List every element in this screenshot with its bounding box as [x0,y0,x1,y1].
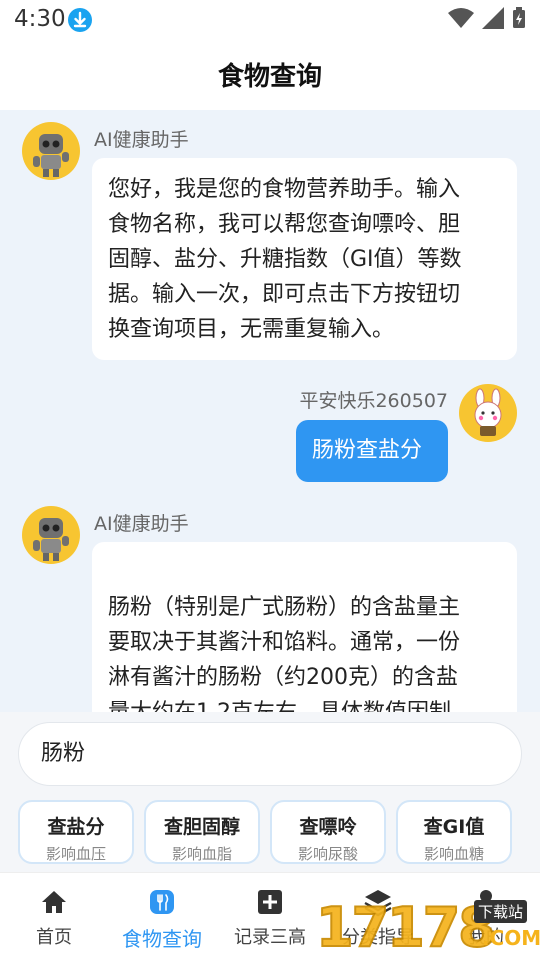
page-title: 食物查询 [217,62,322,92]
message-line: 要取决于其酱汁和馅料。通常，一份 [108,630,461,655]
nav-item-home[interactable]: 首页 [0,887,108,949]
input-area: 肠粉 查盐分 影响血压 查胆固醇 影响血脂 查嘌呤 影响尿酸 查GI值 影响血糖 [0,712,540,872]
nav-label: 首页 [36,927,72,948]
nav-label: 食物查询 [122,927,202,951]
query-button-label: 查GI值 [423,816,485,838]
food-search-input[interactable]: 肠粉 [18,722,522,786]
query-button-label: 查盐分 [47,816,105,838]
battery-icon [513,7,525,28]
nav-item-record[interactable]: 记录三高 [216,887,324,949]
message-line: 您好，我是您的食物营养助手。输入 [108,177,461,202]
bot-avatar [22,506,80,564]
bot-message-bubble: 肠粉（特别是广式肠粉）的含盐量主 要取决于其酱汁和馅料。通常，一份 淋有酱汁的肠… [92,542,517,712]
user-message-text: 肠粉查盐分 [312,438,423,463]
robot-icon [33,134,69,177]
query-button-label: 查嘌呤 [299,816,357,838]
message-line: 换查询项目，无需重复输入。 [108,317,395,342]
query-button-sub: 影响血压 [45,845,106,863]
query-cholesterol-button[interactable]: 查胆固醇 影响血脂 [144,800,260,864]
wifi-icon [448,8,474,28]
bunny-icon [474,388,502,436]
robot-icon [33,518,69,561]
query-gi-button[interactable]: 查GI值 影响血糖 [396,800,512,864]
signal-icon [482,7,504,29]
home-icon [42,891,66,913]
bot-message-bubble: 您好，我是您的食物营养助手。输入 食物名称，我可以帮您查询嘌呤、胆 固醇、盐分、… [92,158,517,360]
message-line: 淋有酱汁的肠粉（约200克）的含盐 [108,665,458,690]
query-button-sub: 影响血糖 [423,845,484,863]
query-purine-button[interactable]: 查嘌呤 影响尿酸 [270,800,386,864]
download-notification-icon [68,8,92,32]
nav-item-food-query[interactable]: 食物查询 [108,887,216,952]
nav-label: 记录三高 [234,927,306,948]
message-line: 食物名称，我可以帮您查询嘌呤、胆 [108,212,461,237]
site-watermark: 17178 下载站 .COM [315,895,540,960]
food-query-icon [150,890,174,914]
status-bar: 4:30 [0,0,540,38]
sender-name: AI健康助手 [94,513,189,535]
header: 食物查询 [0,38,540,110]
watermark-tag: 下载站 [474,900,528,923]
query-button-label: 查胆固醇 [163,816,240,838]
query-button-sub: 影响尿酸 [297,845,358,863]
system-icons [448,6,526,30]
message-line: 据。输入一次，即可点击下方按钮切 [108,282,461,307]
sender-name: AI健康助手 [94,129,189,151]
add-record-icon [258,890,282,914]
bot-avatar [22,122,80,180]
user-message-bubble: 肠粉查盐分 [296,420,448,482]
message-line: 固醇、盐分、升糖指数（GI值）等数 [108,247,462,272]
watermark-suffix: .COM [482,926,540,950]
query-salt-button[interactable]: 查盐分 影响血压 [18,800,134,864]
message-line: 肠粉（特别是广式肠粉）的含盐量主 [108,595,461,620]
user-avatar [459,384,517,442]
watermark-digits: 17178 [315,895,497,960]
query-button-sub: 影响血脂 [171,845,232,863]
status-time: 4:30 [14,6,66,32]
user-name: 平安快乐260507 [299,390,448,412]
chat-area[interactable]: AI健康助手 您好，我是您的食物营养助手。输入 食物名称，我可以帮您查询嘌呤、胆… [0,110,540,712]
message-line: 量大约在1.2克左右，具体数值因制 [108,695,501,712]
